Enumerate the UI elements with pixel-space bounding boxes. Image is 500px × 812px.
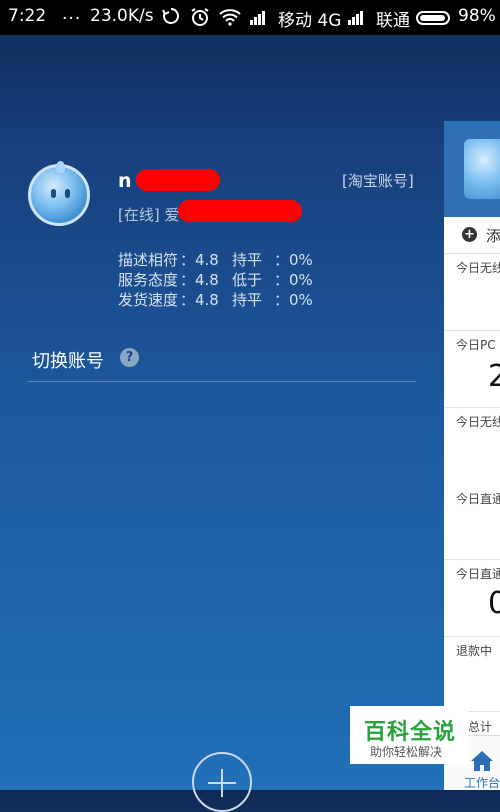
battery-icon — [416, 11, 450, 25]
stat-value: 0 — [488, 586, 500, 621]
stat-label: 今日无线 — [456, 415, 500, 429]
stat-label: 今日PC — [456, 338, 496, 352]
rating-label: 服务态度 — [118, 271, 179, 289]
signal-icon-secondary — [348, 9, 366, 25]
status-time: 7:22 — [8, 6, 47, 26]
account-username: n — [118, 170, 132, 192]
online-status: [在线] 爱 — [118, 206, 180, 224]
divider — [28, 381, 416, 382]
add-label[interactable]: 添 — [486, 225, 500, 246]
watermark-title: 百科全说 — [364, 720, 457, 745]
signal-icon — [250, 9, 268, 25]
stat-section[interactable]: 今日直通 — [444, 482, 500, 558]
stat-section[interactable]: 今日无线 — [444, 253, 500, 330]
tab-workbench[interactable]: 工作台 — [464, 774, 500, 790]
redaction-mark — [178, 200, 302, 222]
sync-icon — [162, 7, 180, 30]
add-account-button[interactable] — [192, 752, 252, 812]
panel-header — [444, 121, 500, 217]
rating-row: 描述相符 ：4.8 持平 ：0% — [118, 250, 313, 270]
status-more-dots: ... — [62, 4, 82, 24]
carrier-primary: 移动 4G — [278, 11, 342, 31]
stat-section[interactable]: 今日PC 2 — [444, 330, 500, 407]
rating-compare: 持平 — [232, 251, 263, 269]
rating-score: ：4.8 — [180, 271, 219, 289]
rating-row: 服务态度 ：4.8 低于 ：0% — [118, 270, 313, 290]
rating-percent: ：0% — [274, 271, 313, 289]
carrier-secondary: 联通 — [376, 11, 410, 31]
stat-section[interactable]: 今日直通 0 — [444, 559, 500, 636]
rating-label: 描述相符 — [118, 251, 179, 269]
shop-ratings: 描述相符 ：4.8 持平 ：0% 服务态度 ：4.8 低于 ：0% 发货速度 ：… — [118, 250, 313, 310]
wifi-icon — [218, 8, 242, 31]
rating-row: 发货速度 ：4.8 持平 ：0% — [118, 290, 313, 310]
stat-label: 今日直通 — [456, 492, 500, 506]
network-speed: 23.0K/s — [90, 6, 154, 26]
stat-section[interactable]: 退款中 — [444, 636, 500, 711]
rating-compare: 持平 — [232, 291, 263, 309]
stat-label: 退款中 — [456, 644, 493, 658]
stat-label: 今日无线 — [456, 261, 500, 275]
panel-avatar — [464, 139, 500, 199]
help-icon[interactable]: ? — [120, 348, 139, 367]
rating-score: ：4.8 — [180, 251, 219, 269]
rating-label: 发货速度 — [118, 291, 179, 309]
rating-compare: 低于 — [232, 271, 263, 289]
main-content-panel[interactable]: + 添 今日无线 今日PC 2 今日无线 今日直通 今日直通 0 退款中 日总计… — [444, 121, 500, 790]
taobao-account-link[interactable]: [淘宝账号] — [342, 170, 414, 191]
stat-label: 今日直通 — [456, 567, 500, 581]
rating-percent: ：0% — [274, 291, 313, 309]
redaction-mark — [136, 169, 220, 191]
switch-account-title: 切换账号 — [32, 351, 104, 372]
status-bar: 7:22 ... 23.0K/s 移动 4G 联通 98% — [0, 0, 500, 35]
stat-value: 2 — [488, 359, 500, 394]
add-icon[interactable]: + — [462, 227, 477, 242]
rating-percent: ：0% — [274, 251, 313, 269]
home-icon[interactable] — [470, 750, 494, 772]
rating-score: ：4.8 — [180, 291, 219, 309]
watermark-subtitle: 助你轻松解决 — [370, 745, 443, 759]
alarm-icon — [190, 7, 210, 32]
account-avatar[interactable] — [28, 161, 90, 226]
stat-section[interactable]: 今日无线 — [444, 407, 500, 482]
watermark: 百科全说 助你轻松解决 — [350, 706, 468, 764]
battery-percent: 98% — [458, 6, 496, 26]
